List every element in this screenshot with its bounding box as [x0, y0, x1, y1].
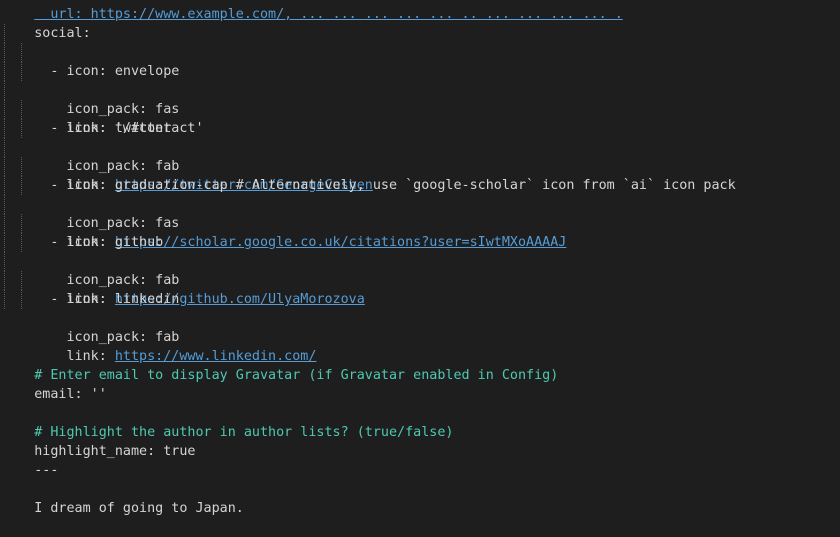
- indent-guide: [4, 252, 5, 271]
- indent-guide: [4, 214, 5, 233]
- indent-guide: [4, 100, 5, 119]
- indent-guide: [21, 290, 22, 309]
- indent-guide: [4, 290, 5, 309]
- indent-guide: [4, 119, 5, 138]
- indent-guide: [4, 176, 5, 195]
- indent-guide: [4, 81, 5, 100]
- code-line-icon-pack: icon_pack: fas: [0, 43, 840, 117]
- code-line-link: link: https://www.linkedin.com/: [0, 290, 840, 364]
- code-line-icon: - icon: envelope: [0, 24, 840, 79]
- indent-guide: [4, 43, 5, 62]
- code-line-front-matter-end: ---: [0, 442, 840, 478]
- code-line-icon-pack: icon_pack: fab: [0, 214, 840, 288]
- indent-guide: [21, 214, 22, 233]
- code-line-link: link: '/#contact': [0, 62, 840, 136]
- code-line-icon: - icon: graduation-cap # Alternatively, …: [0, 138, 840, 193]
- indent-guide: [21, 157, 22, 176]
- indent-guide: [21, 233, 22, 252]
- code-line-comment: # Enter email to display Gravatar (if Gr…: [0, 347, 840, 383]
- code-line-link: link: https://twitter.com/GeorgeCushen: [0, 119, 840, 193]
- code-line-highlight: highlight_name: true: [0, 423, 840, 459]
- indent-guide: [21, 271, 22, 290]
- indent-guide: [4, 138, 5, 157]
- code-editor[interactable]: url: https://www.example.com/, ... ... .…: [0, 0, 840, 526]
- code-line-body: I dream of going to Japan.: [0, 480, 840, 516]
- indent-guide: [21, 176, 22, 195]
- code-line-link: link: https://scholar.google.co.uk/citat…: [0, 176, 840, 250]
- code-line-icon-pack: icon_pack: fab: [0, 100, 840, 174]
- indent-guide: [4, 271, 5, 290]
- code-line-icon-pack: icon_pack: fas: [0, 157, 840, 231]
- indent-guide: [21, 100, 22, 119]
- code-line-social: social:: [0, 5, 840, 41]
- code-line-icon: - icon: github: [0, 195, 840, 250]
- indent-guide: [21, 62, 22, 81]
- code-line-icon-pack: icon_pack: fab: [0, 271, 840, 345]
- code-line-email: email: '': [0, 366, 840, 402]
- indent-guide: [4, 62, 5, 81]
- indent-guide: [4, 195, 5, 214]
- body-text: I dream of going to Japan.: [34, 501, 244, 516]
- code-line-icon: - icon: twitter: [0, 81, 840, 136]
- indent-guide: [4, 24, 5, 43]
- indent-guide: [4, 233, 5, 252]
- code-line-icon: - icon: linkedin: [0, 252, 840, 307]
- indent-guide: [4, 157, 5, 176]
- code-line-comment: # Highlight the author in author lists? …: [0, 404, 840, 440]
- code-line-link: link: https://github.com/UlyaMorozova: [0, 233, 840, 307]
- indent-guide: [21, 43, 22, 62]
- indent-guide: [21, 119, 22, 138]
